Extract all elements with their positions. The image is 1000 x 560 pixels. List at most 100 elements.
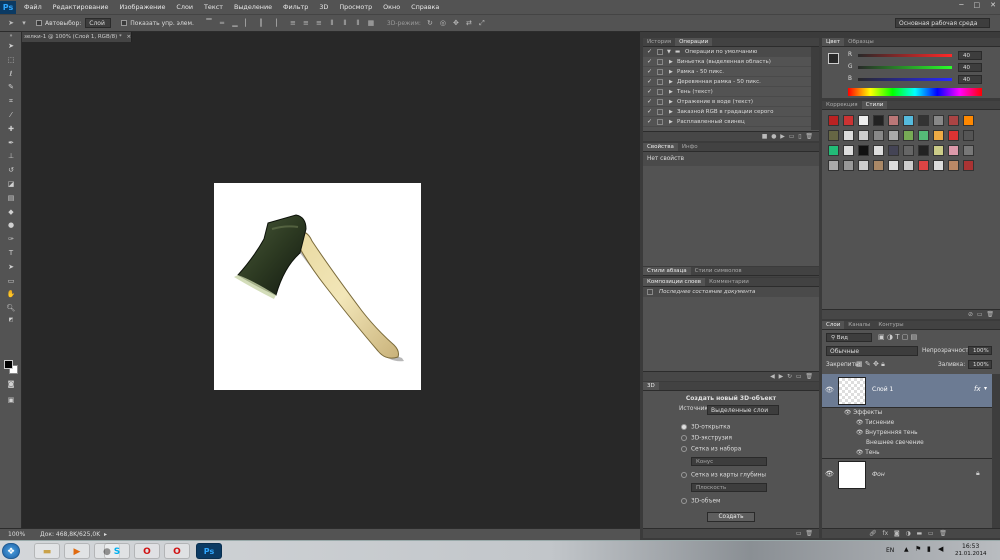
opera-taskbar-icon[interactable]: O bbox=[134, 543, 160, 559]
3d-option-postcard[interactable]: 3D-открытка bbox=[681, 424, 730, 431]
align-right-icon[interactable]: ▕ bbox=[269, 19, 279, 28]
opacity-input[interactable]: 100% bbox=[968, 346, 992, 355]
language-indicator[interactable]: EN bbox=[886, 547, 894, 554]
history-brush-tool-icon[interactable]: ↺ bbox=[0, 164, 22, 178]
zoom-level[interactable]: 100% bbox=[8, 529, 25, 540]
expand-arrow-icon[interactable]: ▶ bbox=[669, 77, 673, 87]
expand-arrow-icon[interactable]: ▶ bbox=[669, 67, 673, 77]
tab-character-styles[interactable]: Стили символов bbox=[691, 267, 746, 275]
check-icon[interactable]: ✓ bbox=[647, 97, 652, 107]
visibility-eye-icon[interactable]: 👁︎ bbox=[856, 420, 863, 426]
action-row[interactable]: ✓ ▶ Тень (текст) bbox=[643, 87, 819, 97]
document-tab-close-icon[interactable]: × bbox=[126, 34, 131, 40]
radio-icon[interactable] bbox=[681, 472, 687, 478]
3d-rotate-icon[interactable]: ↻ bbox=[425, 19, 435, 28]
style-swatch[interactable] bbox=[948, 130, 959, 141]
distribute-hcenter-icon[interactable]: ⫴ bbox=[340, 19, 350, 28]
fx-icon[interactable]: fx bbox=[974, 385, 981, 393]
skype-taskbar-icon[interactable]: S bbox=[104, 543, 130, 559]
new-layer-icon[interactable]: ▭ bbox=[928, 530, 934, 537]
blue-slider[interactable] bbox=[858, 78, 952, 81]
show-hidden-icons-icon[interactable]: ▲ bbox=[904, 546, 909, 553]
3d-preset-select[interactable]: Конус bbox=[691, 457, 767, 466]
dialog-toggle-icon[interactable] bbox=[657, 49, 663, 55]
action-row[interactable]: ✓ ▶ Отражение в воде (текст) bbox=[643, 97, 819, 107]
style-swatch[interactable] bbox=[858, 115, 869, 126]
style-swatch[interactable] bbox=[828, 145, 839, 156]
style-swatch[interactable] bbox=[873, 145, 884, 156]
menu-file[interactable]: Файл bbox=[24, 3, 42, 11]
distribute-right-icon[interactable]: ⫴ bbox=[353, 19, 363, 28]
action-row[interactable]: ✓ ▶ Расплавленный свинец bbox=[643, 117, 819, 127]
red-slider[interactable] bbox=[858, 54, 952, 57]
style-swatch[interactable] bbox=[903, 145, 914, 156]
visibility-eye-icon[interactable]: 👁︎ bbox=[825, 386, 834, 394]
filter-type-icon[interactable]: T bbox=[895, 333, 899, 341]
minimize-button[interactable]: ─ bbox=[959, 1, 963, 9]
distribute-top-icon[interactable]: ≡ bbox=[288, 19, 298, 28]
default-colors-icon[interactable]: ◩ bbox=[0, 316, 22, 324]
blend-mode-select[interactable]: Обычные bbox=[826, 346, 918, 356]
filter-smart-icon[interactable]: ▤ bbox=[911, 333, 918, 341]
effect-row[interactable]: 👁︎ Тень bbox=[856, 450, 880, 456]
menu-image[interactable]: Изображение bbox=[119, 3, 165, 11]
tab-actions[interactable]: Операции bbox=[675, 38, 713, 46]
radio-icon[interactable] bbox=[681, 424, 687, 430]
visibility-eye-icon[interactable]: 👁︎ bbox=[856, 450, 863, 456]
crop-tool-icon[interactable]: ⌗ bbox=[0, 95, 22, 109]
style-swatch[interactable] bbox=[948, 160, 959, 171]
autoselect-checkbox[interactable] bbox=[36, 20, 42, 26]
3d-option-depth-map[interactable]: Сетка из карты глубины bbox=[681, 472, 766, 479]
tab-channels[interactable]: Каналы bbox=[844, 321, 874, 329]
expand-arrow-icon[interactable]: ▼ bbox=[667, 47, 671, 57]
style-swatch[interactable] bbox=[903, 160, 914, 171]
distribute-left-icon[interactable]: ⫴ bbox=[327, 19, 337, 28]
play-icon[interactable]: ▶ bbox=[780, 133, 785, 140]
3d-pan-icon[interactable]: ✥ bbox=[451, 19, 461, 28]
photoshop-taskbar-button[interactable]: Ps bbox=[196, 543, 222, 559]
actions-scrollbar[interactable] bbox=[811, 47, 819, 130]
style-swatch[interactable] bbox=[873, 160, 884, 171]
new-action-icon[interactable]: ▯ bbox=[798, 133, 801, 140]
color-swatches[interactable] bbox=[4, 360, 18, 374]
layer-name[interactable]: Слой 1 bbox=[872, 386, 893, 393]
maximize-button[interactable]: □ bbox=[974, 1, 981, 9]
action-row[interactable]: ✓ ▶ Заказной RGB в градации серого bbox=[643, 107, 819, 117]
tab-comments[interactable]: Комментарии bbox=[705, 278, 753, 286]
clone-stamp-tool-icon[interactable]: ⊥ bbox=[0, 150, 22, 164]
start-button[interactable]: ❖ bbox=[2, 543, 20, 559]
style-swatch[interactable] bbox=[933, 145, 944, 156]
document-canvas[interactable] bbox=[214, 183, 421, 390]
style-swatch[interactable] bbox=[828, 130, 839, 141]
check-icon[interactable]: ✓ bbox=[647, 67, 652, 77]
align-bottom-icon[interactable]: ▁ bbox=[230, 19, 240, 28]
3d-source-select[interactable]: Выделенные слои bbox=[707, 405, 779, 415]
tab-layer-comps[interactable]: Композиции слоев bbox=[643, 278, 706, 286]
effect-row[interactable]: Внешнее свечение bbox=[866, 440, 924, 446]
action-row[interactable]: ✓ ▶ Виньетка (выделенная область) bbox=[643, 57, 819, 67]
effects-row[interactable]: 👁︎ Эффекты bbox=[844, 410, 882, 416]
menu-type[interactable]: Текст bbox=[204, 3, 223, 11]
style-swatch[interactable] bbox=[888, 130, 899, 141]
check-icon[interactable]: ✓ bbox=[647, 117, 652, 127]
lock-all-icon[interactable]: 🔒︎ bbox=[881, 360, 885, 368]
filter-shape-icon[interactable]: ▢ bbox=[902, 333, 909, 341]
fill-input[interactable]: 100% bbox=[968, 360, 992, 369]
3d-option-volume[interactable]: 3D-объем bbox=[681, 498, 720, 505]
dialog-toggle-icon[interactable] bbox=[657, 89, 663, 95]
new-group-icon[interactable]: ▬ bbox=[916, 530, 922, 537]
3d-option-extrusion[interactable]: 3D-экструзия bbox=[681, 435, 732, 442]
action-row[interactable]: ✓ ▶ Рамка - 50 пикс. bbox=[643, 67, 819, 77]
new-style-icon[interactable]: ▭ bbox=[977, 311, 983, 318]
style-swatch[interactable] bbox=[888, 115, 899, 126]
trash-icon[interactable]: 🗑︎ bbox=[986, 311, 994, 318]
tab-paths[interactable]: Контуры bbox=[874, 321, 907, 329]
style-swatch[interactable] bbox=[963, 160, 974, 171]
record-icon[interactable]: ● bbox=[771, 133, 776, 140]
tab-3d[interactable]: 3D bbox=[643, 382, 659, 390]
action-row[interactable]: ✓ ▶ Деревянная рамка - 50 пикс. bbox=[643, 77, 819, 87]
color-fg-swatch[interactable] bbox=[828, 53, 839, 64]
prev-comp-icon[interactable]: ◀ bbox=[770, 373, 775, 380]
style-swatch[interactable] bbox=[873, 130, 884, 141]
style-swatch[interactable] bbox=[918, 160, 929, 171]
